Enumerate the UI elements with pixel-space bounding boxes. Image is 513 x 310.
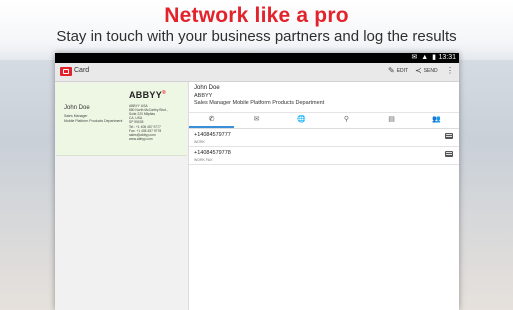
promo-subline: Stay in touch with your business partner… — [56, 28, 457, 45]
app-logo-icon[interactable] — [60, 67, 72, 76]
card-name: John Doe — [64, 105, 90, 111]
tab-location[interactable]: ⚲ — [324, 113, 369, 128]
edit-button[interactable]: ✎ EDIT — [388, 67, 408, 75]
action-bar: Card ✎ EDIT ≺ SEND ⋮ — [55, 63, 459, 82]
people-icon: 👥 — [432, 116, 441, 123]
card-brand-mark: ® — [162, 90, 166, 96]
edit-label: EDIT — [396, 68, 409, 74]
phone-icon: ✆ — [208, 116, 215, 123]
share-icon: ≺ — [415, 66, 422, 75]
card-brand-logo: ABBYY® — [129, 90, 166, 100]
screen-title: Card — [74, 67, 90, 74]
contact-company: ABBYY — [194, 93, 213, 99]
phone-number: +14084579777 — [194, 132, 231, 138]
more-vert-icon: ⋮ — [446, 66, 454, 75]
card-line: Mobile Platform Products Department — [64, 119, 123, 123]
message-icon[interactable] — [445, 133, 453, 139]
email-icon: ✉ — [253, 116, 260, 123]
web-icon: 🌐 — [297, 116, 306, 123]
tab-web[interactable]: 🌐 — [279, 113, 324, 128]
location-icon: ⚲ — [343, 116, 350, 123]
contact-title: Sales Manager Mobile Platform Products D… — [194, 100, 325, 106]
pencil-icon: ✎ — [388, 66, 395, 75]
contact-name: John Doe — [194, 85, 220, 91]
phone-number: +14084579778 — [194, 150, 231, 156]
phone-row[interactable]: +14084579777 WORK — [189, 129, 459, 147]
status-icons: ✉ ▲ ▮ — [411, 54, 437, 61]
send-button[interactable]: ≺ SEND — [415, 67, 438, 75]
notes-icon: ▤ — [388, 116, 395, 123]
detail-tabs: ✆ ✉ 🌐 ⚲ ▤ 👥 — [189, 112, 459, 129]
promo-headline: Network like a pro — [164, 4, 349, 27]
business-card-image[interactable]: John Doe Sales Manager Mobile Platform P… — [56, 83, 187, 156]
phone-type: WORK — [194, 140, 205, 144]
tab-email[interactable]: ✉ — [234, 113, 279, 128]
contact-details-pane: John Doe ABBYY Sales Manager Mobile Plat… — [189, 82, 459, 310]
status-bar: ✉ ▲ ▮ 13:31 — [55, 53, 459, 63]
tab-people[interactable]: 👥 — [414, 113, 459, 128]
phone-row[interactable]: +14084579778 WORK FAX — [189, 147, 459, 165]
tablet-screen: ✉ ▲ ▮ 13:31 Card ✎ EDIT ≺ SEND ⋮ John Do… — [55, 53, 459, 310]
tab-phone[interactable]: ✆ — [189, 113, 234, 128]
card-brand-text: ABBYY — [129, 90, 163, 100]
overflow-menu-button[interactable]: ⋮ — [446, 67, 454, 75]
card-address-line: www.abbyy.com — [129, 137, 153, 141]
card-address-line: SP 95035 — [129, 120, 144, 124]
tab-notes[interactable]: ▤ — [369, 113, 414, 128]
card-image-pane: John Doe Sales Manager Mobile Platform P… — [55, 82, 189, 310]
message-icon[interactable] — [445, 151, 453, 157]
send-label: SEND — [423, 68, 438, 74]
card-line: Sales Manager — [64, 114, 88, 118]
phone-type: WORK FAX — [194, 158, 213, 162]
status-time: 13:31 — [438, 54, 456, 61]
